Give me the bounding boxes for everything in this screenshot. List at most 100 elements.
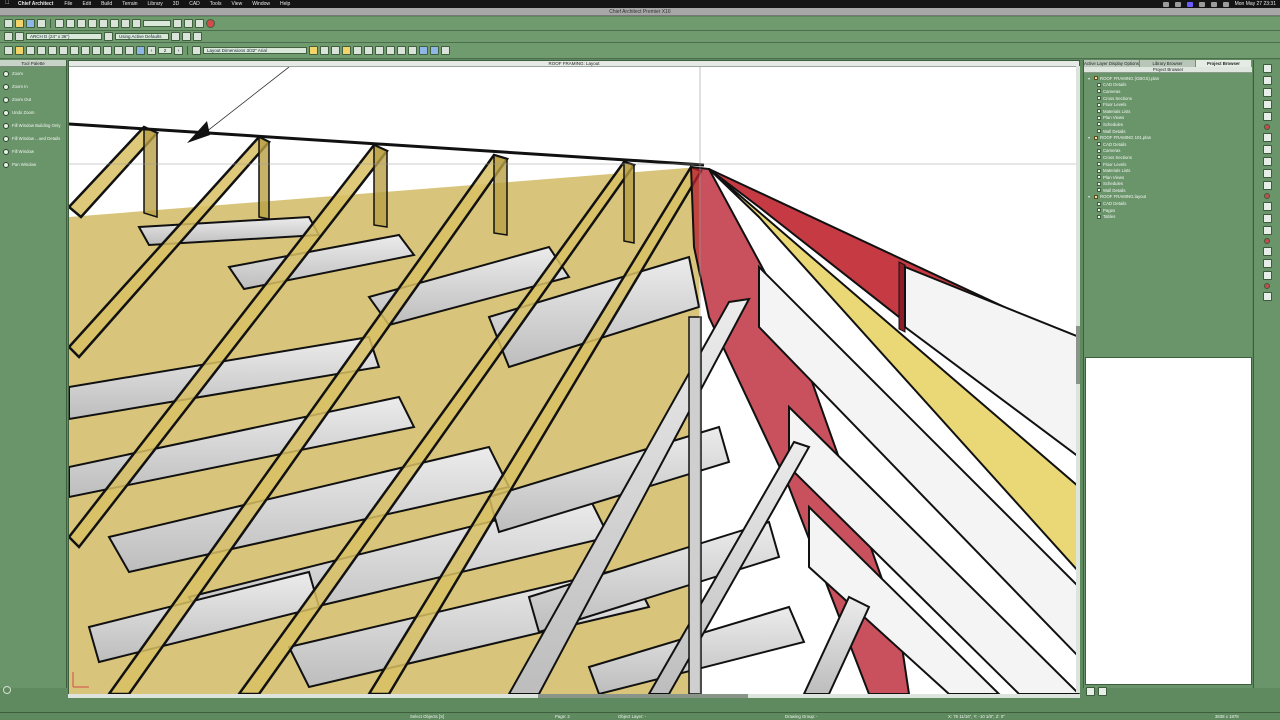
save-icon[interactable] <box>26 19 35 28</box>
doc-icon[interactable] <box>1262 259 1272 268</box>
grid-icon[interactable] <box>1262 181 1272 190</box>
open-folder-icon[interactable] <box>15 19 24 28</box>
arc-icon[interactable] <box>353 46 362 55</box>
terrain-icon[interactable] <box>92 46 101 55</box>
page-setup-icon[interactable] <box>4 32 13 41</box>
layer-icon[interactable] <box>173 19 182 28</box>
tab-project-browser[interactable]: Project Browser <box>1196 60 1252 67</box>
tool-zoom-in[interactable]: Zoom In <box>0 80 66 93</box>
roof-icon[interactable] <box>70 46 79 55</box>
menu-file[interactable]: File <box>59 1 77 7</box>
cabinet-icon[interactable] <box>48 46 57 55</box>
settings-icon[interactable] <box>195 19 204 28</box>
scale-select[interactable] <box>143 20 171 27</box>
paste-icon[interactable] <box>77 19 86 28</box>
plan-icon[interactable] <box>1262 133 1272 142</box>
fork-icon[interactable] <box>182 32 191 41</box>
tree-item[interactable]: Plan Views <box>1088 115 1252 122</box>
active-defaults-select[interactable]: Using Active Defaults <box>115 33 169 40</box>
scrollbar-thumb[interactable] <box>1076 326 1080 384</box>
doc-icon[interactable] <box>1262 271 1272 280</box>
wifi-icon[interactable] <box>1210 1 1217 7</box>
wall-icon[interactable] <box>1262 145 1272 154</box>
pencil-icon[interactable] <box>309 46 318 55</box>
tree-item[interactable]: Floor Levels <box>1088 161 1252 168</box>
menu-terrain[interactable]: Terrain <box>117 1 142 7</box>
polyline-icon[interactable] <box>331 46 340 55</box>
settings-gear-icon[interactable] <box>3 686 11 694</box>
layer-set-icon[interactable] <box>192 46 201 55</box>
edit-defaults-icon[interactable] <box>15 32 24 41</box>
circle-icon[interactable] <box>364 46 373 55</box>
tool-fill-window[interactable]: Fill Window <box>0 145 66 158</box>
tree-item[interactable]: Materials Lists <box>1088 167 1252 174</box>
new-file-icon[interactable] <box>4 19 13 28</box>
framing-icon[interactable] <box>81 46 90 55</box>
canvas-horizontal-scrollbar[interactable] <box>68 694 1080 698</box>
text-icon[interactable] <box>103 46 112 55</box>
page-number-field[interactable]: 2 <box>158 47 172 54</box>
dimension-icon[interactable] <box>114 46 123 55</box>
menu-build[interactable]: Build <box>96 1 117 7</box>
list-view-icon[interactable] <box>1086 687 1095 696</box>
tree-item[interactable]: Schedules <box>1088 121 1252 128</box>
tab-library-browser[interactable]: Library Browser <box>1140 60 1196 67</box>
tree-item[interactable]: Floor Levels <box>1088 101 1252 108</box>
menu-cad[interactable]: CAD <box>184 1 205 7</box>
layer-select[interactable]: Layout Dimensions 3/32" Arial <box>203 47 307 54</box>
tree-item[interactable]: Wall Details <box>1088 128 1252 135</box>
line-icon[interactable] <box>320 46 329 55</box>
disclosure-icon[interactable]: ▾ <box>1088 135 1092 140</box>
door-icon[interactable] <box>26 46 35 55</box>
layout-size-select[interactable]: ARCH D (24" x 36") <box>26 33 102 40</box>
stairs-icon[interactable] <box>59 46 68 55</box>
paint-icon[interactable] <box>171 32 180 41</box>
reference-icon[interactable] <box>184 19 193 28</box>
tree-item[interactable]: Plan Views <box>1088 174 1252 181</box>
tool-undo-zoom[interactable]: Undo Zoom <box>0 106 66 119</box>
camera-icon[interactable] <box>132 19 141 28</box>
box-icon[interactable] <box>342 46 351 55</box>
tree-item[interactable]: Cameras <box>1088 148 1252 155</box>
battery-icon[interactable] <box>1198 1 1205 7</box>
section-icon[interactable] <box>1262 112 1272 121</box>
select-icon[interactable] <box>110 19 119 28</box>
menu-library[interactable]: Library <box>143 1 168 7</box>
screen-record-icon[interactable] <box>1186 1 1193 7</box>
record-icon[interactable] <box>1264 193 1270 199</box>
tool-zoom[interactable]: Zoom <box>0 67 66 80</box>
material-icon[interactable] <box>1262 157 1272 166</box>
tree-item[interactable]: Materials Lists <box>1088 108 1252 115</box>
elevation-icon[interactable] <box>1262 100 1272 109</box>
fork-alt-icon[interactable] <box>193 32 202 41</box>
tree-item[interactable]: CAD Details <box>1088 200 1252 207</box>
previous-page-icon[interactable]: ‹ <box>147 46 156 55</box>
tab-active-layer-display-options[interactable]: Active Layer Display Options <box>1084 60 1140 67</box>
menubar-clock[interactable]: Mon May 27 23:31 <box>1235 1 1276 7</box>
next-page-icon[interactable]: › <box>174 46 183 55</box>
tree-item[interactable]: Tables <box>1088 213 1252 220</box>
tool-fill-window-building[interactable]: Fill Window Building Only <box>0 119 66 132</box>
tree-node-plan[interactable]: ▾ ROOF FRAMING (GBGS).plan <box>1088 75 1252 82</box>
status-icon[interactable] <box>1162 1 1169 7</box>
doc-icon[interactable] <box>1262 292 1272 301</box>
redo-icon[interactable] <box>99 19 108 28</box>
tree-item[interactable]: CAD Details <box>1088 141 1252 148</box>
arrow-icon[interactable] <box>397 46 406 55</box>
tool-pan-window[interactable]: Pan Window <box>0 158 66 171</box>
roof-framing-3d-view[interactable] <box>69 67 1079 694</box>
record-icon[interactable] <box>206 19 215 28</box>
record-icon[interactable] <box>1264 124 1270 130</box>
refresh-icon[interactable] <box>1098 687 1107 696</box>
window-icon[interactable] <box>37 46 46 55</box>
tree-item[interactable]: Schedules <box>1088 181 1252 188</box>
cad-icon[interactable] <box>125 46 134 55</box>
canvas-vertical-scrollbar[interactable] <box>1076 66 1080 693</box>
layout-box-icon[interactable] <box>430 46 439 55</box>
drawing-canvas[interactable]: ROOF FRAMING: Layout <box>68 60 1080 694</box>
layer-icon[interactable] <box>1262 169 1272 178</box>
view-icon[interactable] <box>1262 64 1272 73</box>
globe-icon[interactable] <box>136 46 145 55</box>
tree-item[interactable]: Wall Details <box>1088 187 1252 194</box>
defaults-icon[interactable] <box>104 32 113 41</box>
